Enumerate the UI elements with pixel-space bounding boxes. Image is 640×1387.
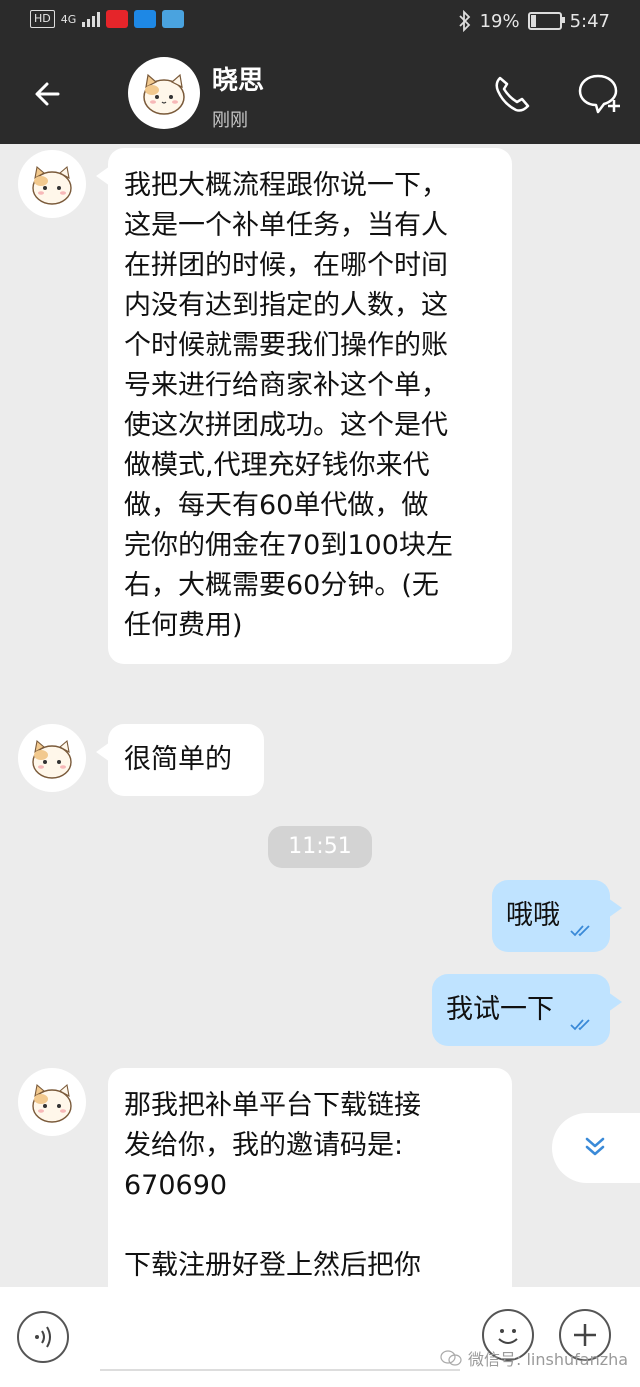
bluetooth-icon	[458, 10, 470, 32]
contact-avatar[interactable]	[128, 57, 200, 129]
watermark-text: 微信号: linshufanzha	[468, 1350, 629, 1369]
read-receipt-icon	[570, 1019, 590, 1031]
message-text: 我把大概流程跟你说一下， 这是一个补单任务，当有人 在拼团的时候，在哪个时间 内…	[124, 170, 453, 641]
cat-avatar-icon	[32, 165, 72, 205]
back-arrow-icon[interactable]	[28, 72, 72, 116]
hd-badge: HD	[30, 10, 55, 28]
chat-timestamp: 11:51	[268, 826, 372, 868]
cat-avatar-icon	[32, 1083, 72, 1123]
scroll-to-bottom-button[interactable]	[552, 1113, 640, 1183]
message-text: 很简单的	[124, 744, 232, 775]
message-bubble-outgoing[interactable]: 我试一下	[432, 974, 622, 1046]
status-time: 5:47	[569, 10, 610, 32]
input-bar	[0, 1287, 640, 1387]
phone-icon[interactable]	[490, 72, 534, 116]
cat-avatar-icon	[143, 73, 185, 115]
message-input[interactable]	[100, 1299, 460, 1371]
wechat-watermark: 微信号: linshufanzha	[440, 1346, 628, 1370]
message-plus-icon[interactable]	[574, 70, 622, 118]
contact-avatar[interactable]	[18, 150, 86, 218]
message-bubble-incoming[interactable]: 很简单的	[96, 724, 264, 796]
news-app-icon	[106, 10, 129, 28]
app-notification-icon	[134, 10, 157, 28]
contact-avatar[interactable]	[18, 724, 86, 792]
message-bubble-incoming[interactable]: 那我把补单平台下载链接 发给你，我的邀请码是: 670690 下载注册好登上然后…	[108, 1068, 512, 1308]
status-bar-left: HD 4G	[30, 10, 185, 28]
contact-status: 刚刚	[212, 110, 248, 131]
double-chevron-down-icon	[585, 1137, 605, 1156]
wechat-logo-icon	[440, 1350, 462, 1366]
cat-avatar-icon	[32, 739, 72, 779]
contact-name: 晓思	[212, 66, 265, 96]
contact-avatar[interactable]	[18, 1068, 86, 1136]
status-bar-right: 19% 5:47	[458, 10, 610, 32]
network-type: 4G	[60, 12, 77, 26]
battery-icon	[527, 12, 565, 30]
chat-app-icon	[162, 10, 185, 28]
battery-percent: 19%	[479, 10, 520, 32]
voice-button[interactable]	[17, 1311, 69, 1363]
signal-icon	[82, 11, 101, 27]
message-bubble-incoming[interactable]: 我把大概流程跟你说一下， 这是一个补单任务，当有人 在拼团的时候，在哪个时间 内…	[96, 148, 512, 664]
read-receipt-icon	[570, 925, 590, 937]
status-bar: HD 4G 19% 5:47	[0, 0, 640, 44]
voice-icon	[35, 1326, 51, 1348]
chat-header: 晓思 刚刚	[0, 44, 640, 144]
message-bubble-outgoing[interactable]: 哦哦	[492, 880, 622, 952]
message-text: 那我把补单平台下载链接 发给你，我的邀请码是: 670690 下载注册好登上然后…	[124, 1090, 421, 1281]
